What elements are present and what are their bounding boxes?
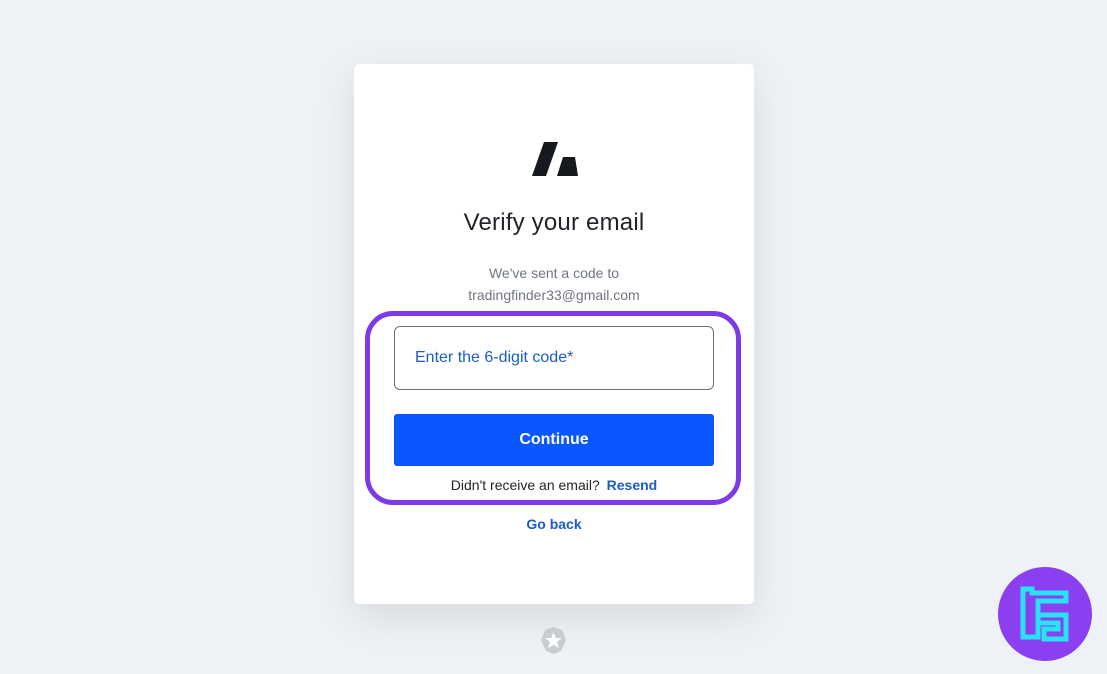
page-title: Verify your email bbox=[463, 209, 645, 236]
tradingfinder-logo-icon bbox=[998, 567, 1092, 661]
page-subtitle: We've sent a code to tradingfinder33@gma… bbox=[354, 262, 754, 306]
subtitle-text: We've sent a code to bbox=[488, 265, 620, 281]
resend-link[interactable]: Resend bbox=[607, 477, 658, 493]
login-card: Verify your email We've sent a code to t… bbox=[354, 64, 754, 604]
code-input[interactable] bbox=[395, 327, 713, 389]
resend-row: Didn't receive an email? Resend bbox=[354, 477, 754, 493]
auth-badge-icon bbox=[541, 627, 566, 654]
resend-prompt: Didn't receive an email? bbox=[450, 477, 600, 493]
go-back-link[interactable]: Go back bbox=[354, 516, 754, 532]
continue-button[interactable]: Continue bbox=[394, 414, 714, 466]
brand-logo-icon bbox=[532, 142, 578, 176]
email-address: tradingfinder33@gmail.com bbox=[468, 287, 640, 303]
code-field[interactable] bbox=[394, 326, 714, 390]
